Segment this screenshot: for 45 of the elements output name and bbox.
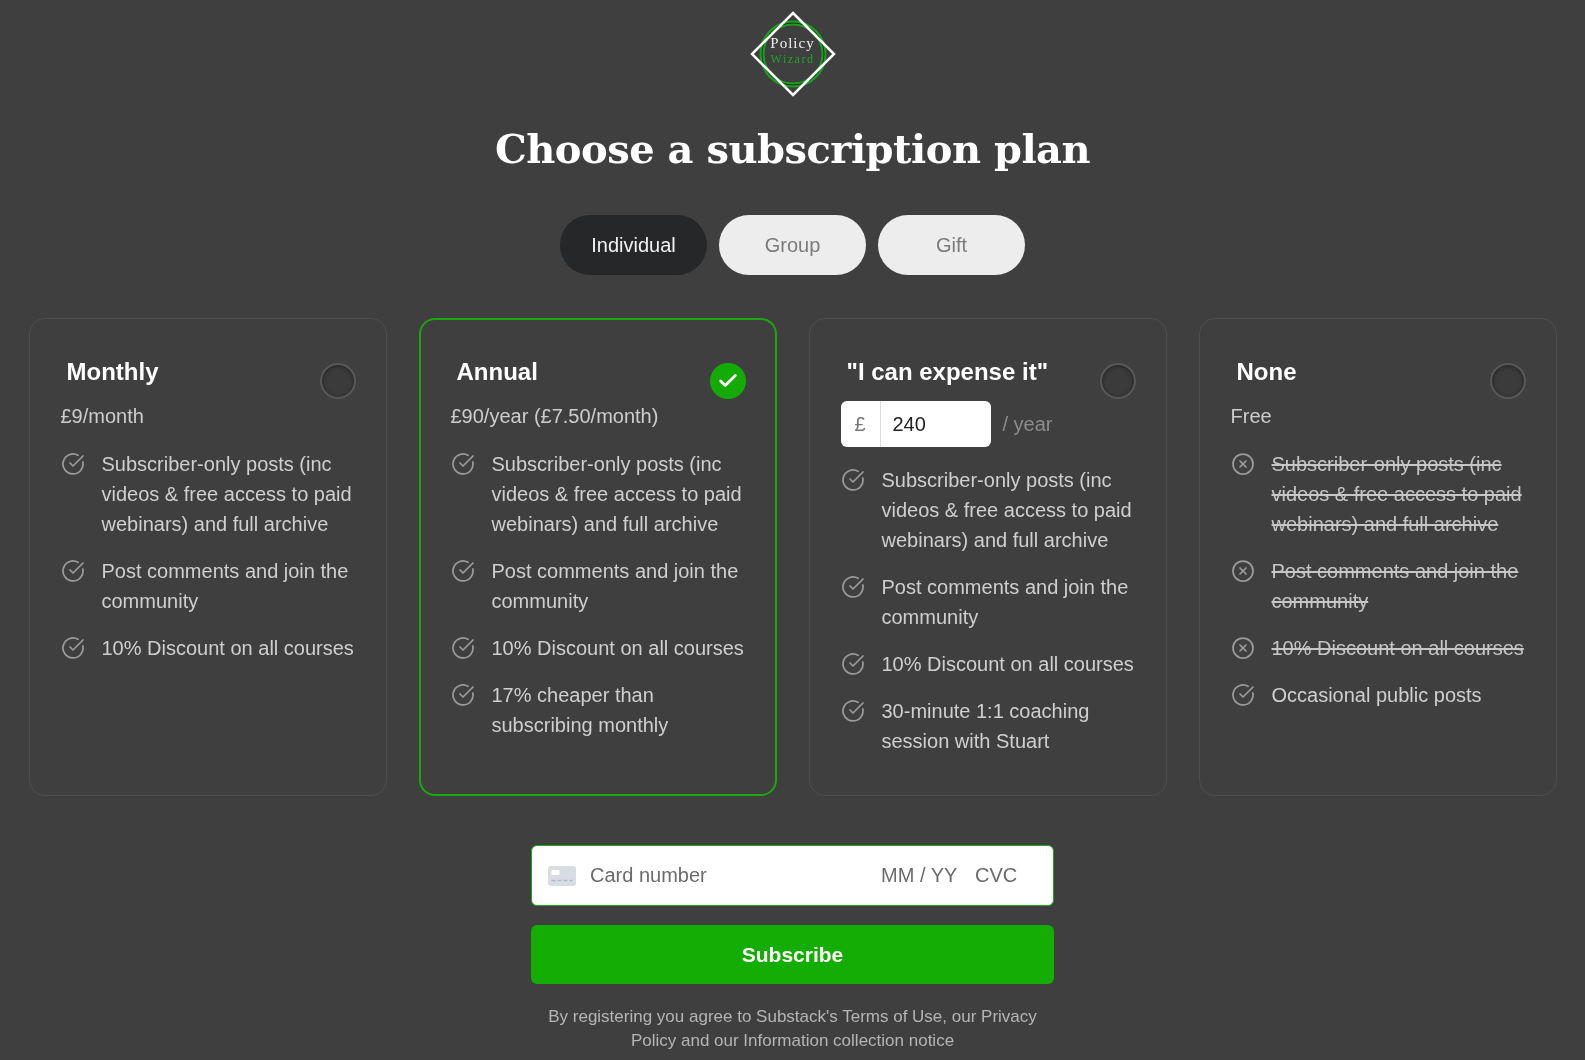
feature-text: Post comments and join the community bbox=[1271, 559, 1520, 614]
plan-card[interactable] bbox=[808, 318, 1167, 796]
feature-text: Post comments and join the community bbox=[881, 575, 1130, 630]
plan-radio[interactable] bbox=[1099, 363, 1136, 399]
feature-text: Post comments and join the community bbox=[101, 559, 350, 614]
feature-text: 30-minute 1:1 coaching session with Stuart bbox=[881, 699, 1091, 754]
plan-type-tab[interactable]: Individual bbox=[560, 215, 707, 275]
period-label: / year bbox=[1002, 412, 1053, 436]
plan-title: None bbox=[1235, 357, 1297, 387]
plan-price: £90/year (£7.50/month) bbox=[450, 404, 660, 429]
plan-card[interactable]: Monthly £9/month Subscriber-only posts (inc videos & free access to paid webinars) and full archive Post comments and join the community 10% Discount on all courses bbox=[28, 318, 387, 796]
feature-text: Subscriber-only posts (inc videos & free access to paid webinars) and full archive bbox=[491, 452, 743, 537]
feature-text: 10% Discount on all courses bbox=[491, 636, 744, 661]
feature-text: Occasional public posts bbox=[1271, 683, 1482, 708]
legal-notice: By registering you agree to Substack's Terms of Use, our Privacy Policy and our Information collection notice bbox=[547, 1006, 1038, 1052]
feature-text: 10% Discount on all courses bbox=[1271, 636, 1524, 661]
card-details-field[interactable]: Card number MM / YY CVC bbox=[531, 845, 1054, 906]
feature-text: 10% Discount on all courses bbox=[101, 636, 354, 661]
plan-title: Annual bbox=[455, 357, 538, 387]
plan-radio[interactable] bbox=[709, 363, 746, 399]
card-number-field[interactable]: Card number bbox=[590, 860, 867, 891]
plan-title: Monthly bbox=[65, 357, 159, 387]
logo-text: Policy bbox=[770, 35, 815, 51]
plan-card[interactable]: None Free Subscriber-only posts (inc videos & free access to paid webinars) and full archive Post comments and join the community 10% Discount on all courses Occasional public posts bbox=[1198, 318, 1557, 796]
plan-radio[interactable] bbox=[319, 363, 356, 399]
feature-text: Subscriber-only posts (inc videos & free access to paid webinars) and full archive bbox=[1271, 452, 1523, 537]
expiry-field[interactable]: MM / YY bbox=[881, 860, 961, 891]
feature-text: Post comments and join the community bbox=[491, 559, 740, 614]
plan-price: £9/month bbox=[60, 404, 145, 429]
plan-radio[interactable] bbox=[1489, 363, 1526, 399]
currency-symbol: £ bbox=[840, 401, 881, 447]
amount-input[interactable]: 240 bbox=[880, 401, 991, 447]
feature-text: Subscriber-only posts (inc videos & free access to paid webinars) and full archive bbox=[101, 452, 353, 537]
plan-card[interactable] bbox=[418, 318, 777, 796]
plan-type-tab[interactable]: Gift bbox=[878, 215, 1025, 275]
feature-text: 17% cheaper than subscribing monthly bbox=[491, 683, 670, 738]
credit-card-icon bbox=[548, 865, 576, 886]
feature-text: 10% Discount on all courses bbox=[881, 652, 1134, 677]
logo-text: Wizard bbox=[770, 51, 815, 67]
cvc-field[interactable]: CVC bbox=[975, 860, 1019, 891]
plan-price: Free bbox=[1230, 404, 1273, 429]
plan-title: "I can expense it" bbox=[845, 357, 1048, 387]
page-title: Choose a subscription plan bbox=[494, 124, 1091, 174]
feature-text: Subscriber-only posts (inc videos & free access to paid webinars) and full archive bbox=[881, 468, 1133, 553]
plan-type-tab[interactable]: Group bbox=[719, 215, 866, 275]
